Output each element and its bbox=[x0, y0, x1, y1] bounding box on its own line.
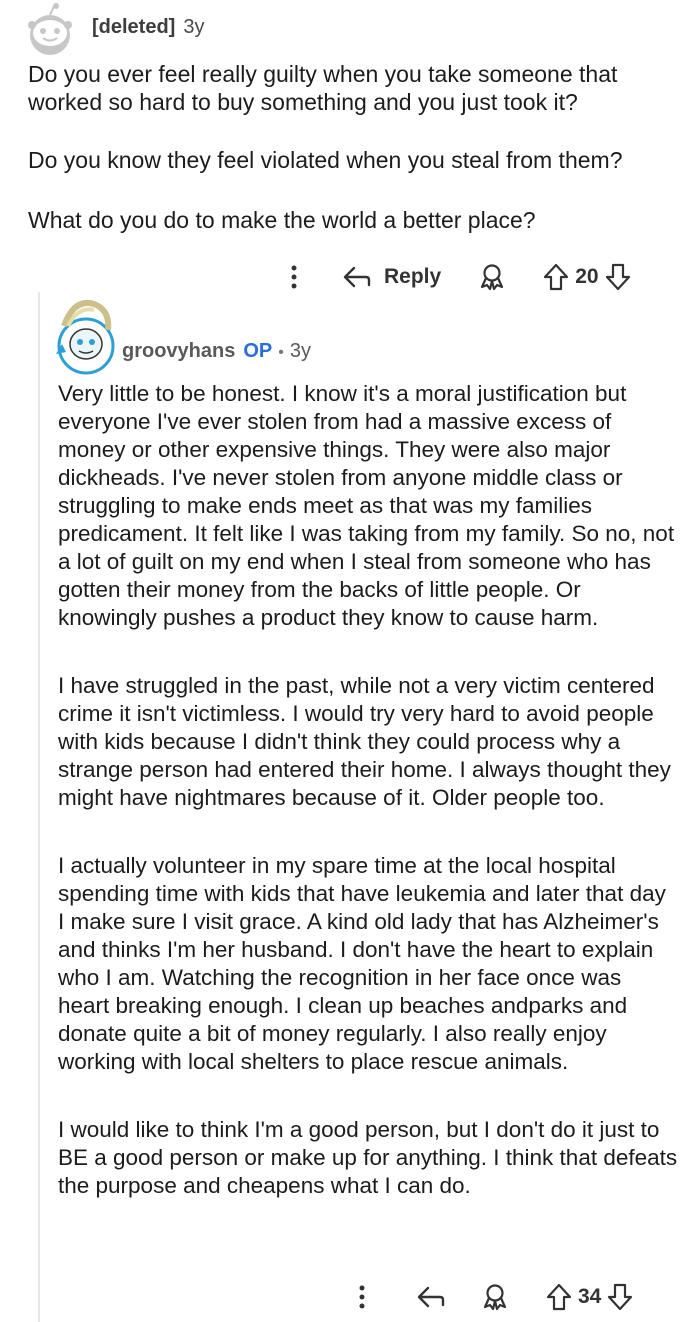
more-vertical-icon[interactable] bbox=[350, 1285, 374, 1309]
op-badge: OP bbox=[243, 340, 273, 362]
comment-actions: 34 bbox=[350, 1282, 633, 1312]
upvote-arrow-icon[interactable] bbox=[543, 263, 569, 291]
comment-paragraph: Do you ever feel really guilty when you … bbox=[28, 61, 618, 115]
avatar[interactable] bbox=[54, 296, 118, 376]
comment-author-meta: groovyhans OP • 3y bbox=[122, 340, 311, 363]
reply-arrow-icon bbox=[342, 265, 372, 289]
reply-arrow-icon bbox=[416, 1285, 446, 1309]
comment-paragraph: Very little to be honest. I know it's a … bbox=[58, 381, 675, 630]
upvote-arrow-icon[interactable] bbox=[546, 1283, 572, 1311]
reply-label: Reply bbox=[384, 265, 442, 288]
thread-line[interactable] bbox=[38, 292, 40, 1322]
reply-button[interactable] bbox=[416, 1285, 446, 1309]
reply-button[interactable]: Reply bbox=[342, 265, 441, 289]
comment-author-meta: [deleted] 3y bbox=[92, 16, 204, 39]
vote-count: 34 bbox=[578, 1285, 602, 1308]
comment-age: 3y bbox=[289, 340, 311, 362]
separator: • bbox=[278, 344, 284, 361]
award-icon[interactable] bbox=[480, 1282, 510, 1312]
comment-author[interactable]: groovyhans bbox=[122, 340, 235, 363]
comment-body: Very little to be honest. I know it's a … bbox=[58, 380, 678, 1200]
comment-age: 3y bbox=[183, 16, 205, 38]
comment-body: Do you ever feel really guilty when you … bbox=[28, 60, 678, 234]
downvote-arrow-icon[interactable] bbox=[607, 1283, 633, 1311]
comment-paragraph: I would like to think I'm a good person,… bbox=[58, 1117, 678, 1198]
comment-paragraph: I have struggled in the past, while not … bbox=[58, 673, 671, 810]
comment-paragraph: Do you know they feel violated when you … bbox=[28, 147, 623, 173]
award-icon[interactable] bbox=[477, 262, 507, 292]
avatar[interactable] bbox=[20, 3, 80, 55]
comment-author[interactable]: [deleted] bbox=[92, 16, 175, 39]
vote-count: 20 bbox=[575, 265, 599, 288]
comment-actions: Reply 20 bbox=[282, 262, 631, 292]
downvote-arrow-icon[interactable] bbox=[605, 263, 631, 291]
more-vertical-icon[interactable] bbox=[282, 265, 306, 289]
comment-paragraph: What do you do to make the world a bette… bbox=[28, 207, 536, 233]
comment-paragraph: I actually volunteer in my spare time at… bbox=[58, 853, 666, 1074]
